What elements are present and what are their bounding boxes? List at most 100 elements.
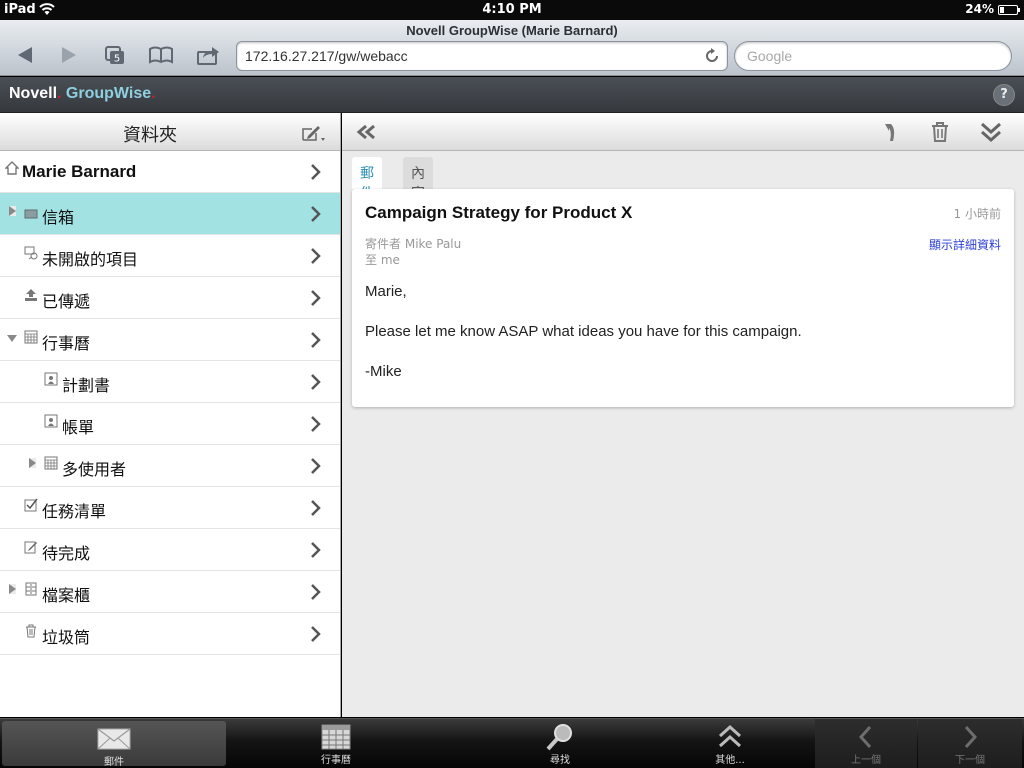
expand-arrow-icon[interactable] (29, 458, 36, 468)
folder-item-planner[interactable]: 計劃書 (0, 361, 340, 403)
next-item-button[interactable]: 下一個 (918, 719, 1022, 768)
chevron-right-icon (311, 248, 321, 264)
status-bar: iPad 4:10 PM 24% (0, 0, 1024, 20)
logo-groupwise: GroupWise (65, 85, 152, 102)
collapse-pane-icon[interactable] (354, 121, 380, 143)
folder-label: 垃圾筒 (42, 628, 91, 647)
folder-label: 待完成 (42, 544, 91, 563)
chevron-right-icon (311, 458, 321, 474)
folder-pane: 資料夾 Marie Barnard 信箱 未開啟的項目 已傳遞 行事曆 計劃書 … (0, 113, 341, 717)
to-label: 至 (365, 253, 378, 267)
forward-button[interactable] (54, 44, 84, 70)
planner-icon (44, 414, 58, 428)
forward-icon (62, 47, 76, 63)
chevron-left-icon (858, 725, 872, 749)
tab-find-bottom[interactable]: 尋找 (452, 719, 668, 768)
reload-icon[interactable] (703, 47, 721, 65)
message-subject: Campaign Strategy for Product X (365, 203, 633, 222)
cabinet-icon (25, 582, 37, 596)
show-details-link[interactable]: 顯示詳細資料 (929, 236, 1001, 253)
page-title: Novell GroupWise (Marie Barnard) (406, 23, 618, 38)
message-toolbar (342, 113, 1024, 151)
chevron-right-icon (311, 416, 321, 432)
chevron-right-icon (311, 332, 321, 348)
work-in-progress-icon (24, 541, 37, 554)
folder-item-cabinet[interactable]: 檔案櫃 (0, 571, 340, 613)
battery-fill (1000, 7, 1004, 13)
message-from: 寄件者 Mike Palu (365, 235, 461, 252)
mailbox-icon (24, 209, 38, 219)
logo-novell: Novell (9, 85, 58, 102)
chevron-right-icon (311, 584, 321, 600)
calendar-icon (321, 724, 351, 750)
clock: 4:10 PM (482, 2, 542, 17)
folder-label: 行事曆 (42, 334, 91, 353)
tab-label: 下一個 (955, 755, 985, 766)
folder-item-unopened[interactable]: 未開啟的項目 (0, 235, 340, 277)
share-icon (197, 47, 219, 65)
folder-item-trash[interactable]: 垃圾筒 (0, 613, 340, 655)
sent-icon (25, 289, 37, 301)
calendar-icon (44, 456, 58, 470)
folder-item-multi-user[interactable]: 多使用者 (0, 445, 340, 487)
tab-mail-bottom[interactable]: 郵件 (2, 721, 226, 768)
reply-icon[interactable] (877, 121, 903, 143)
previous-item-button[interactable]: 上一個 (815, 719, 917, 768)
folder-item-work-in-progress[interactable]: 待完成 (0, 529, 340, 571)
tab-label: 上一個 (851, 755, 881, 766)
chevron-right-icon (311, 542, 321, 558)
folder-item-calendar[interactable]: 行事曆 (0, 319, 340, 361)
address-bar[interactable]: 172.16.27.217/gw/webacc (236, 41, 728, 71)
chevron-right-icon (311, 374, 321, 390)
folder-label: 任務清單 (42, 502, 107, 521)
folder-label: 計劃書 (62, 376, 111, 395)
tab-mail[interactable]: 郵件 (352, 157, 382, 202)
chevron-right-icon (311, 290, 321, 306)
folder-item-root[interactable]: Marie Barnard (0, 151, 340, 193)
folder-label: 檔案櫃 (42, 586, 91, 605)
tab-count: 5 (114, 54, 120, 65)
back-button[interactable] (10, 44, 40, 70)
expand-down-icon[interactable] (978, 121, 1004, 143)
folder-label: 已傳遞 (42, 292, 91, 311)
app-header: Novell. GroupWise. ? (0, 77, 1024, 113)
tabs-button[interactable]: 5 (99, 44, 129, 70)
home-icon (5, 161, 19, 175)
message-pane: 郵件 內容 Campaign Strategy for Product X 1 … (342, 113, 1024, 717)
tab-more-bottom[interactable]: 其他... (680, 719, 780, 768)
folder-item-task-list[interactable]: 任務清單 (0, 487, 340, 529)
folder-label: Marie Barnard (22, 162, 137, 181)
browser-toolbar: Novell GroupWise (Marie Barnard) 5 172.1… (0, 20, 1024, 76)
help-button[interactable]: ? (993, 84, 1015, 106)
url-text: 172.16.27.217/gw/webacc (245, 48, 408, 64)
folder-item-sent[interactable]: 已傳遞 (0, 277, 340, 319)
envelope-icon (97, 728, 131, 750)
tab-label: 其他... (715, 755, 745, 766)
planner-icon (44, 372, 58, 386)
chevron-right-icon (311, 206, 321, 222)
message-to: 至 me (365, 251, 400, 268)
expand-arrow-icon[interactable] (9, 584, 16, 594)
tabs-icon: 5 (105, 46, 124, 65)
from-label: 寄件者 (365, 237, 402, 251)
compose-icon[interactable] (300, 123, 326, 143)
battery-percent: 24% (965, 2, 994, 16)
search-field[interactable]: Google (734, 41, 1012, 71)
trash-icon (26, 624, 36, 638)
message-body-line: -Mike (365, 363, 402, 380)
message-body-line: Please let me know ASAP what ideas you h… (365, 323, 802, 340)
groupwise-logo: Novell. GroupWise. (9, 85, 156, 102)
tab-label: 郵件 (104, 757, 124, 768)
trash-icon[interactable] (927, 121, 953, 143)
share-button[interactable] (193, 44, 223, 70)
unopened-icon (24, 246, 38, 260)
expand-arrow-icon[interactable] (9, 206, 16, 216)
chevron-right-icon (964, 725, 978, 749)
chevron-right-icon (311, 500, 321, 516)
tab-calendar-bottom[interactable]: 行事曆 (226, 719, 446, 768)
folder-item-billing[interactable]: 帳單 (0, 403, 340, 445)
collapse-arrow-icon[interactable] (7, 335, 17, 342)
bookmarks-button[interactable] (146, 44, 176, 70)
folder-item-mailbox[interactable]: 信箱 (0, 193, 340, 235)
tab-properties[interactable]: 內容 (403, 157, 433, 202)
